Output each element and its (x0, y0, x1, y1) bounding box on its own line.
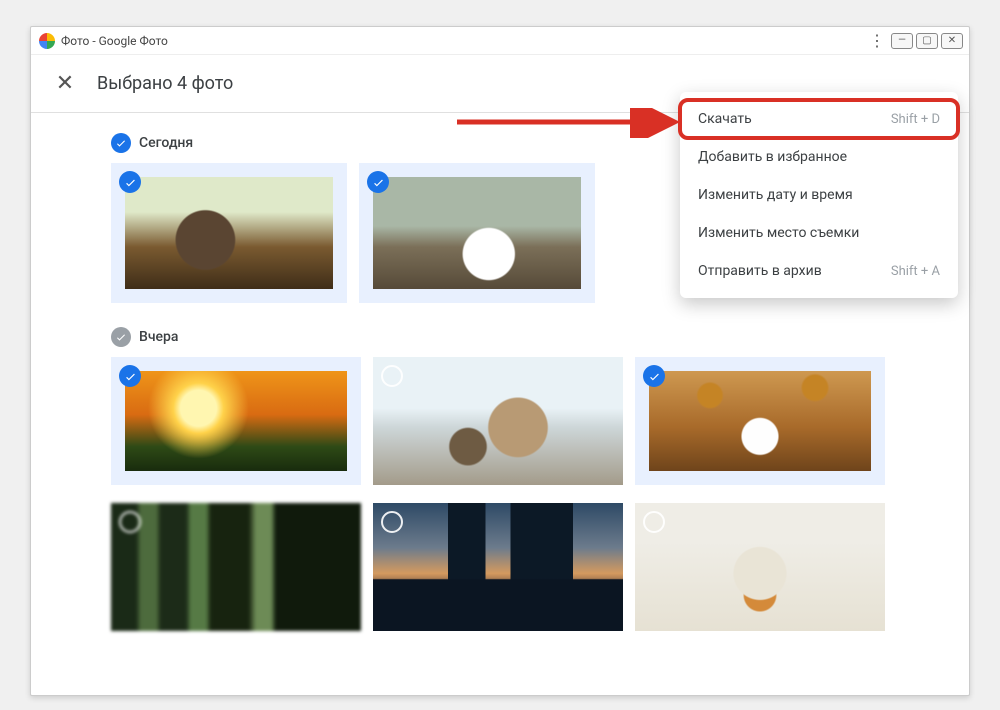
selection-count-label: Выбрано 4 фото (97, 73, 233, 94)
date-group-yesterday[interactable]: Вчера (111, 321, 909, 357)
menu-item-label: Изменить дату и время (698, 187, 853, 203)
photo-thumbnail[interactable] (111, 357, 361, 485)
unselected-circle-icon[interactable] (119, 511, 141, 533)
menu-item-favorite[interactable]: Добавить в избранное (680, 138, 958, 176)
maximize-button[interactable]: ▢ (916, 33, 938, 49)
menu-item-archive[interactable]: Отправить в архив Shift + A (680, 252, 958, 290)
photo-thumbnail[interactable] (359, 163, 595, 303)
menu-item-label: Скачать (698, 111, 752, 127)
menu-item-edit-location[interactable]: Изменить место съемки (680, 214, 958, 252)
unselected-circle-icon[interactable] (643, 511, 665, 533)
unselected-circle-icon[interactable] (381, 511, 403, 533)
menu-item-shortcut: Shift + D (891, 112, 940, 127)
selected-check-icon[interactable] (119, 171, 141, 193)
checkmark-icon[interactable] (111, 133, 131, 153)
menu-item-label: Отправить в архив (698, 263, 822, 279)
app-overflow-menu-button[interactable]: ⋮ (867, 31, 887, 51)
photo-thumbnail[interactable] (635, 357, 885, 485)
google-photos-logo-icon (39, 33, 55, 49)
title-bar: Фото - Google Фото ⋮ — ▢ ✕ (31, 27, 969, 55)
selected-check-icon[interactable] (643, 365, 665, 387)
clear-selection-button[interactable]: ✕ (51, 71, 79, 96)
checkmark-icon[interactable] (111, 327, 131, 347)
window-title: Фото - Google Фото (61, 34, 867, 48)
selected-check-icon[interactable] (367, 171, 389, 193)
menu-item-label: Изменить место съемки (698, 225, 859, 241)
minimize-button[interactable]: — (891, 33, 913, 49)
context-menu: Скачать Shift + D Добавить в избранное И… (680, 92, 958, 298)
unselected-circle-icon[interactable] (381, 365, 403, 387)
menu-item-shortcut: Shift + A (891, 264, 940, 279)
date-group-label: Сегодня (139, 135, 193, 151)
photo-thumbnail[interactable] (373, 503, 623, 631)
date-group-label: Вчера (139, 329, 178, 345)
close-window-button[interactable]: ✕ (941, 33, 963, 49)
menu-item-download[interactable]: Скачать Shift + D (680, 100, 958, 138)
selected-check-icon[interactable] (119, 365, 141, 387)
menu-item-edit-datetime[interactable]: Изменить дату и время (680, 176, 958, 214)
photo-row (111, 357, 909, 485)
photo-thumbnail[interactable] (111, 503, 361, 631)
photo-row (111, 503, 909, 631)
menu-item-label: Добавить в избранное (698, 149, 847, 165)
window-controls: — ▢ ✕ (891, 33, 963, 49)
photo-thumbnail[interactable] (111, 163, 347, 303)
photo-thumbnail[interactable] (635, 503, 885, 631)
photo-thumbnail[interactable] (373, 357, 623, 485)
